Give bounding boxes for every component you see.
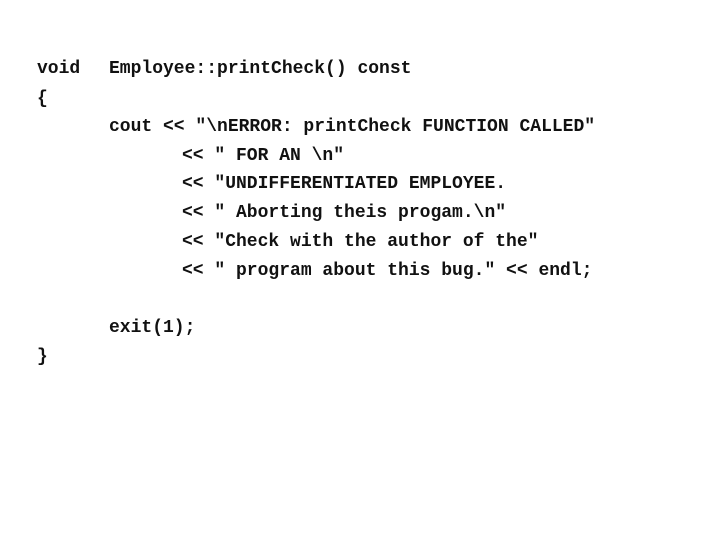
- open-brace: {: [37, 89, 48, 109]
- stream-continuation-line: << " Aborting theis progam.\n": [182, 203, 507, 223]
- exit-call: exit(1);: [109, 318, 196, 338]
- stream-continuation-line: << " FOR AN \n": [182, 146, 345, 166]
- stream-continuation-line: << " program about this bug." << endl;: [182, 261, 593, 281]
- stream-continuation-line: << "Check with the author of the": [182, 232, 539, 252]
- function-signature: Employee::printCheck() const: [109, 59, 412, 79]
- code-slide: void Employee::printCheck() const { cout…: [0, 0, 720, 540]
- return-type: void: [37, 59, 81, 79]
- close-brace: }: [37, 347, 48, 367]
- stream-continuation-line: << "UNDIFFERENTIATED EMPLOYEE.: [182, 174, 507, 194]
- cout-line: cout << "\nERROR: printCheck FUNCTION CA…: [109, 117, 596, 137]
